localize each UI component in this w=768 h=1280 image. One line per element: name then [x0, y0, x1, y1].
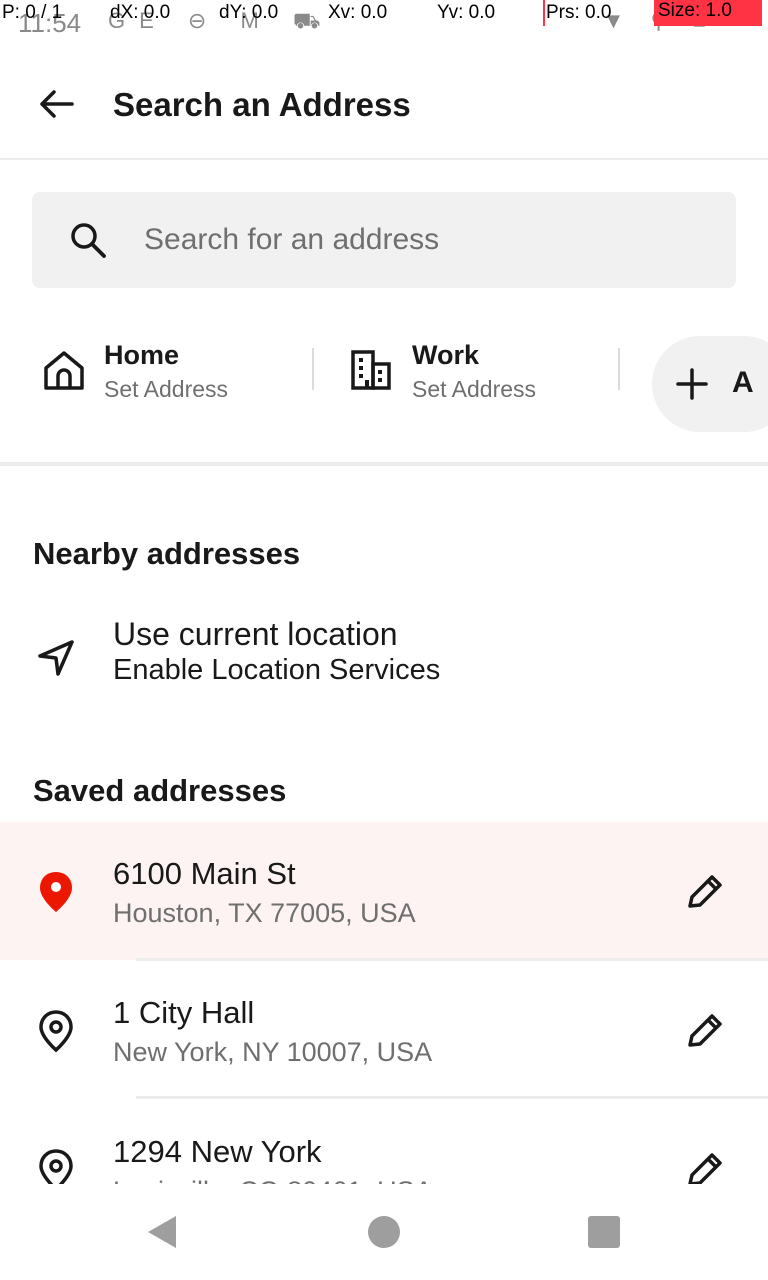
debug-p: P: 0 / 1	[2, 2, 63, 23]
add-place-label: A	[732, 366, 754, 399]
quick-place-subtitle: Set Address	[412, 376, 537, 402]
building-icon	[351, 350, 391, 390]
address-line-2: Houston, TX 77005, USA	[113, 898, 416, 928]
address-line-1: 6100 Main St	[113, 856, 296, 891]
debug-divider	[543, 0, 545, 26]
quick-places-row: Home Set Address Work Set Address A	[0, 320, 768, 466]
quick-place-home[interactable]: Home Set Address	[42, 338, 292, 418]
use-current-location-row[interactable]: Use current location Enable Location Ser…	[0, 610, 768, 706]
quick-divider	[618, 348, 620, 390]
quick-divider	[312, 348, 314, 390]
address-line-2: New York, NY 10007, USA	[113, 1037, 433, 1067]
search-input[interactable]	[144, 212, 704, 268]
address-line-1: 1 City Hall	[113, 995, 255, 1030]
saved-address-list: 6100 Main St Houston, TX 77005, USA 1 Ci…	[0, 822, 768, 1184]
location-pin-icon	[39, 1010, 73, 1053]
quick-place-work[interactable]: Work Set Address	[350, 338, 600, 418]
nearby-section-title: Nearby addresses	[33, 536, 301, 571]
page-title: Search an Address	[113, 86, 411, 123]
quick-place-subtitle: Set Address	[104, 376, 229, 402]
debug-dx: dX: 0.0	[110, 2, 171, 23]
current-location-title: Use current location	[113, 616, 398, 652]
saved-section-title: Saved addresses	[33, 773, 287, 808]
nav-back-icon[interactable]	[144, 1214, 180, 1250]
arrow-left-icon	[40, 90, 74, 118]
debug-xv: Xv: 0.0	[328, 2, 388, 23]
pencil-icon[interactable]	[680, 1150, 726, 1184]
address-line-2: Louisville, CO 80461, USA	[113, 1176, 433, 1184]
debug-prs: Prs: 0.0	[546, 2, 612, 23]
pencil-icon[interactable]	[680, 872, 726, 912]
system-nav-bar	[0, 1184, 768, 1280]
pointer-debug-overlay: P: 0 / 1 dX: 0.0 dY: 0.0 Xv: 0.0 Yv: 0.0…	[0, 0, 768, 28]
pencil-icon[interactable]	[680, 1011, 726, 1051]
location-pin-filled-icon	[40, 872, 72, 912]
add-place-button[interactable]: A	[652, 336, 768, 432]
row-divider	[136, 1096, 768, 1099]
current-location-subtitle: Enable Location Services	[113, 654, 441, 686]
nav-recents-icon[interactable]	[588, 1216, 620, 1248]
home-icon	[44, 351, 84, 390]
saved-address-item[interactable]: 6100 Main St Houston, TX 77005, USA	[0, 822, 768, 960]
search-bar[interactable]	[32, 192, 736, 288]
debug-yv: Yv: 0.0	[437, 2, 496, 23]
location-pin-icon	[39, 1149, 73, 1184]
nav-home-icon[interactable]	[368, 1216, 400, 1248]
plus-icon	[676, 368, 708, 400]
address-line-1: 1294 New York	[113, 1134, 322, 1169]
quick-place-title: Work	[412, 340, 480, 370]
debug-size: Size: 1.0	[654, 0, 762, 26]
debug-dy: dY: 0.0	[219, 2, 279, 23]
navigation-arrow-icon	[38, 640, 74, 676]
app-header: Search an Address	[0, 40, 768, 160]
back-button[interactable]	[30, 84, 82, 124]
saved-address-item[interactable]: 1 City Hall New York, NY 10007, USA	[0, 961, 768, 1099]
quick-place-title: Home	[104, 340, 180, 370]
search-icon	[71, 223, 106, 258]
saved-address-item[interactable]: 1294 New York Louisville, CO 80461, USA	[0, 1100, 768, 1184]
